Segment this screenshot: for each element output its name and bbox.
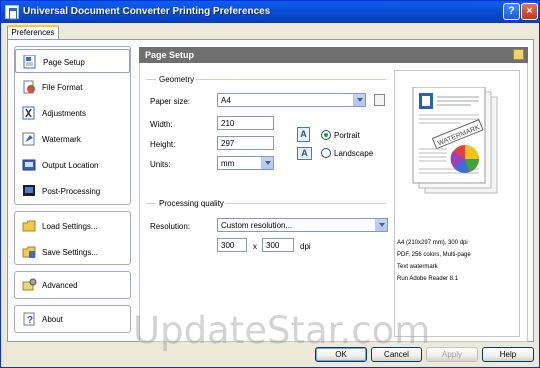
nav-item-advanced[interactable]: Advanced (15, 273, 130, 297)
nav-group-main: Page Setup File Format Adjustments Water… (14, 46, 131, 205)
nav-item-load-settings[interactable]: Load Settings... (15, 214, 130, 238)
width-field[interactable]: 210 (217, 116, 274, 130)
cancel-button[interactable]: Cancel (371, 347, 422, 362)
dpi-y-field[interactable]: 300 (262, 238, 294, 252)
page-title: Page Setup (145, 50, 195, 60)
title-bar[interactable]: Universal Document Converter Printing Pr… (1, 1, 539, 23)
nav-label: Adjustments (42, 109, 87, 118)
output-location-icon (22, 158, 37, 172)
about-icon: ? (22, 312, 37, 326)
width-label: Width: (150, 120, 173, 129)
nav-item-output-location[interactable]: Output Location (15, 153, 130, 177)
geometry-group-label: Geometry (159, 75, 195, 84)
dpi-x-field[interactable]: 300 (217, 238, 247, 252)
units-select[interactable]: mm (217, 156, 274, 170)
chevron-down-icon[interactable] (353, 94, 365, 106)
page-setup-icon (23, 54, 38, 69)
nav-label: Advanced (42, 281, 78, 290)
paper-list-icon[interactable] (374, 94, 385, 106)
nav-label: Output Location (42, 161, 99, 170)
dialog-window: Universal Document Converter Printing Pr… (0, 0, 540, 368)
resolution-label: Resolution: (150, 222, 191, 231)
divider (196, 79, 386, 80)
post-processing-icon (22, 184, 37, 198)
nav-item-adjustments[interactable]: Adjustments (15, 101, 130, 125)
apply-button[interactable]: Apply (426, 347, 478, 362)
dpi-unit-label: dpi (300, 242, 311, 251)
resolution-value: Custom resolution... (221, 221, 293, 230)
divider (146, 203, 156, 204)
portrait-radio[interactable] (321, 130, 331, 140)
help-button[interactable]: Help (482, 347, 534, 362)
nav-item-save-settings[interactable]: Save Settings... (15, 240, 130, 264)
chevron-down-icon[interactable] (261, 157, 273, 169)
units-value: mm (221, 159, 235, 168)
portrait-label: Portrait (334, 131, 360, 140)
help-book-icon[interactable] (513, 49, 524, 60)
nav-label: Page Setup (43, 58, 85, 67)
nav-group-settings: Load Settings... Save Settings... (14, 211, 131, 265)
printer-app-icon (5, 5, 19, 20)
advanced-icon (22, 278, 37, 292)
nav-group-about: ? About (14, 305, 131, 333)
landscape-radio[interactable] (321, 148, 331, 158)
nav-label: Post-Processing (42, 187, 101, 196)
adjustments-icon (22, 106, 37, 120)
paper-size-value: A4 (221, 96, 231, 105)
height-field[interactable]: 297 (217, 136, 274, 150)
divider (146, 79, 156, 80)
nav-item-watermark[interactable]: Watermark (15, 127, 130, 151)
svg-text:?: ? (27, 315, 33, 326)
landscape-label: Landscape (334, 149, 374, 158)
document-preview-image: WATERMARK (412, 87, 498, 194)
nav-group-advanced: Advanced (14, 271, 131, 299)
preview-info-line: Run Adobe Reader 8.1 (397, 276, 459, 282)
portrait-orientation-icon: A (297, 127, 310, 142)
help-title-button[interactable]: ? (503, 3, 520, 20)
quality-group-label: Processing quality (159, 199, 224, 208)
file-format-icon (22, 80, 37, 94)
preview-info-line: A4 (210x297 mm), 300 dpi (397, 240, 468, 246)
nav-item-post-processing[interactable]: Post-Processing (15, 179, 130, 203)
divider (225, 203, 386, 204)
nav-label: Load Settings... (42, 222, 98, 231)
watermark-icon (22, 132, 37, 146)
nav-item-about[interactable]: ? About (15, 307, 130, 331)
units-label: Units: (150, 160, 171, 169)
height-label: Height: (150, 140, 176, 149)
preview-info-line: PDF, 256 colors, Multi-page (397, 252, 471, 258)
window-title: Universal Document Converter Printing Pr… (23, 6, 271, 17)
tab-preferences[interactable]: Preferences (7, 25, 59, 40)
ok-button[interactable]: OK (315, 347, 367, 362)
times-label: x (253, 242, 257, 251)
preview-info-line: Text watermark (397, 264, 438, 270)
nav-item-page-setup[interactable]: Page Setup (15, 49, 130, 73)
landscape-orientation-icon: A (297, 147, 312, 160)
nav-label: File Format (42, 83, 83, 92)
load-settings-icon (22, 219, 37, 233)
paper-size-select[interactable]: A4 (217, 93, 366, 107)
save-settings-icon (22, 245, 37, 259)
chevron-down-icon[interactable] (375, 219, 387, 231)
nav-label: Watermark (42, 135, 81, 144)
close-button[interactable]: × (521, 3, 538, 20)
section-header: Page Setup (139, 47, 528, 63)
site-watermark: UpdateStar.com (133, 309, 431, 352)
resolution-select[interactable]: Custom resolution... (217, 218, 388, 232)
paper-size-label: Paper size: (150, 97, 191, 106)
nav-label: Save Settings... (42, 248, 99, 257)
nav-label: About (42, 315, 63, 324)
nav-item-file-format[interactable]: File Format (15, 75, 130, 99)
